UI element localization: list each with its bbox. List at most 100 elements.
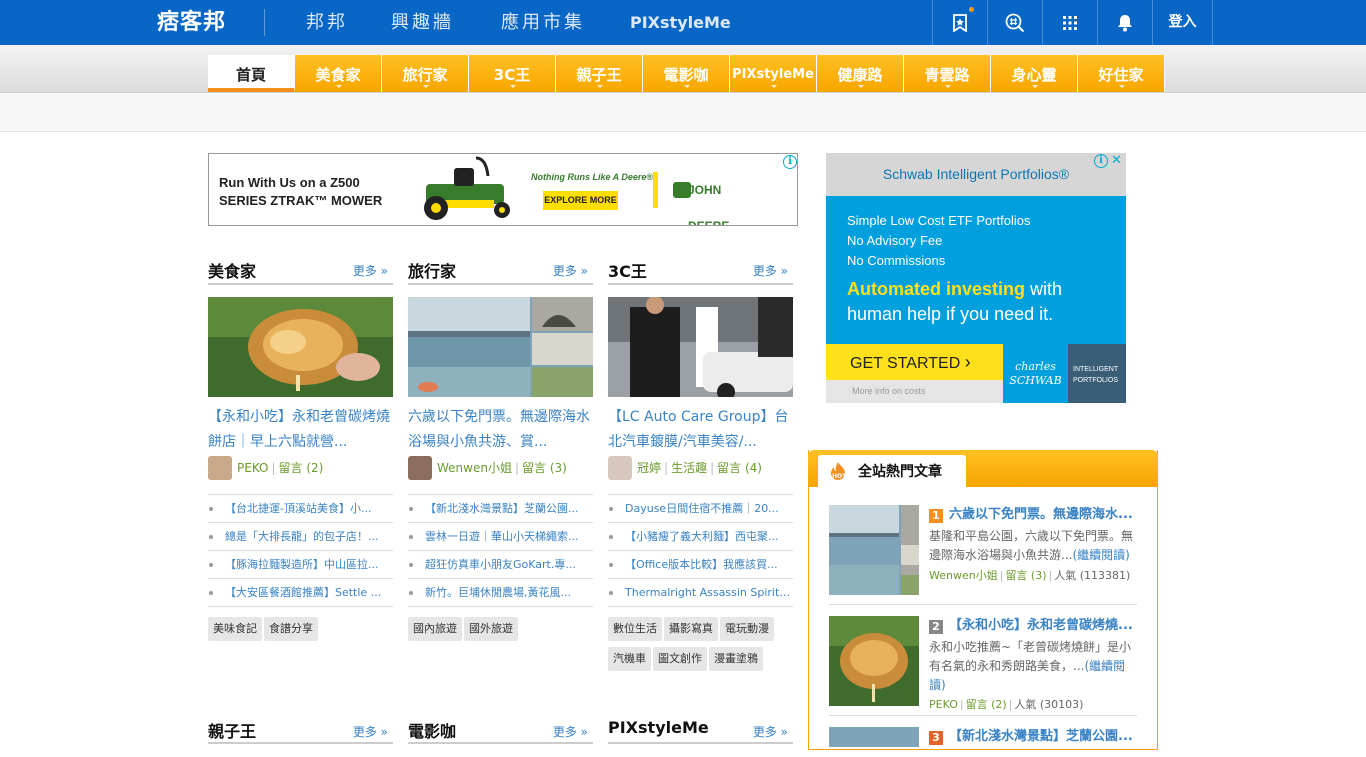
nav-app-market[interactable]: 應用市集 bbox=[501, 0, 585, 45]
comments-link[interactable]: 留言 (3) bbox=[1005, 569, 1046, 582]
banner-ad[interactable]: Run With Us on a Z500 SERIES ZTRAK™ MOWE… bbox=[208, 153, 798, 226]
author-link[interactable]: PEKO bbox=[929, 698, 958, 711]
notifications-button[interactable] bbox=[1097, 0, 1152, 45]
author-link[interactable]: Wenwen小姐 bbox=[437, 461, 512, 475]
comments-link[interactable]: 留言 (2) bbox=[966, 698, 1007, 711]
close-icon[interactable]: ✕ bbox=[1111, 153, 1122, 168]
article-thumbnail[interactable] bbox=[829, 727, 919, 747]
get-started-button[interactable]: GET STARTED › bbox=[826, 344, 1003, 380]
tag-button[interactable]: 食譜分享 bbox=[264, 617, 318, 641]
article-title[interactable]: 【LC Auto Care Group】台北汽車鍍膜/汽車美容/... bbox=[608, 405, 793, 455]
ad-info-icon[interactable]: i bbox=[1094, 154, 1108, 168]
tag-button[interactable]: 數位生活 bbox=[608, 617, 662, 641]
more-link[interactable]: 更多 » bbox=[753, 262, 788, 279]
login-button[interactable]: 登入 bbox=[1152, 0, 1213, 45]
article-title[interactable]: 六歲以下免門票。無邊際海水... bbox=[949, 505, 1139, 525]
tab-home[interactable]: 首頁 bbox=[208, 55, 295, 92]
chevron-right-icon: › bbox=[964, 352, 971, 372]
tag-button[interactable]: 美味食記 bbox=[208, 617, 262, 641]
avatar[interactable] bbox=[408, 456, 432, 480]
read-more-link[interactable]: (繼續閱讀) bbox=[1072, 548, 1129, 562]
list-item[interactable]: 【小豬瘦了義大利麵】西屯聚... bbox=[608, 523, 793, 551]
tag-button[interactable]: 攝影寫真 bbox=[664, 617, 718, 641]
panel-title: 全站熱門文章 bbox=[858, 464, 942, 480]
author-link[interactable]: PEKO bbox=[237, 461, 268, 475]
nav-pixstyleme[interactable]: PIXstyleMe bbox=[630, 0, 731, 45]
hot-article-item[interactable]: 3 【新北淺水灣景點】芝蘭公園... bbox=[829, 727, 1137, 757]
tab-career[interactable]: 青雲路 bbox=[904, 55, 991, 92]
list-item[interactable]: 【台北捷運-頂溪站美食】小... bbox=[208, 495, 393, 523]
article-thumbnail[interactable] bbox=[829, 616, 919, 706]
list-item[interactable]: Thermalright Assassin Spirit ... bbox=[608, 579, 793, 607]
more-link[interactable]: 更多 » bbox=[353, 262, 388, 279]
bookmark-button[interactable] bbox=[932, 0, 987, 45]
category-link[interactable]: 生活趣 bbox=[671, 461, 707, 475]
ad-info-icon[interactable]: i bbox=[783, 155, 797, 169]
more-link[interactable]: 更多 » bbox=[353, 723, 388, 740]
intelligent-portfolios-logo: INTELLIGENT PORTFOLIOS bbox=[1068, 344, 1126, 403]
list-item[interactable]: 新竹。巨埔休閒農場,黃花風... bbox=[408, 579, 593, 607]
tag-button[interactable]: 國外旅遊 bbox=[464, 617, 518, 641]
list-item[interactable]: 超狂仿真車小朋友GoKart.專... bbox=[408, 551, 593, 579]
tab-parenting[interactable]: 親子王 bbox=[556, 55, 643, 92]
top-bar: 痞客邦 邦邦 興趣牆 應用市集 PIXstyleMe 登入 bbox=[0, 0, 1366, 45]
tab-home-living[interactable]: 好住家 bbox=[1078, 55, 1165, 92]
list-item[interactable]: 雲林一日遊｜華山小天梯繩索... bbox=[408, 523, 593, 551]
author-link[interactable]: Wenwen小姐 bbox=[929, 569, 998, 582]
avatar[interactable] bbox=[208, 456, 232, 480]
avatar[interactable] bbox=[608, 456, 632, 480]
list-item[interactable]: 【豚海拉麵製造所】中山區拉... bbox=[208, 551, 393, 579]
tab-3c[interactable]: 3C王 bbox=[469, 55, 556, 92]
chevron-down-icon bbox=[510, 85, 516, 88]
list-item[interactable]: 【大安區餐酒館推薦】Settle ... bbox=[208, 579, 393, 607]
deer-logo-icon bbox=[673, 182, 691, 198]
article-thumbnail[interactable] bbox=[408, 297, 593, 397]
tag-button[interactable]: 國內旅遊 bbox=[408, 617, 462, 641]
tab-pixstyleme[interactable]: PIXstyleMe bbox=[730, 55, 817, 92]
tag-button[interactable]: 漫畫塗鴉 bbox=[709, 647, 763, 671]
tab-travel[interactable]: 旅行家 bbox=[382, 55, 469, 92]
hot-article-item[interactable]: 1 六歲以下免門票。無邊際海水... 基隆和平島公園，六歲以下免門票。無邊際海水… bbox=[829, 505, 1137, 605]
tab-food[interactable]: 美食家 bbox=[295, 55, 382, 92]
article-title[interactable]: 【新北淺水灣景點】芝蘭公園... bbox=[949, 727, 1139, 747]
tab-health[interactable]: 健康路 bbox=[817, 55, 904, 92]
more-link[interactable]: 更多 » bbox=[753, 723, 788, 740]
explore-more-button[interactable]: EXPLORE MORE bbox=[543, 191, 618, 210]
sidebar-ad[interactable]: Schwab Intelligent Portfolios® i ✕ Simpl… bbox=[826, 153, 1126, 403]
panel-tab: HOT 全站熱門文章 bbox=[818, 455, 966, 487]
more-link[interactable]: 更多 » bbox=[553, 723, 588, 740]
search-button[interactable] bbox=[987, 0, 1042, 45]
article-title[interactable]: 【永和小吃】永和老曾碳烤燒餅店｜早上六點就營... bbox=[208, 405, 393, 455]
comments-link[interactable]: 留言 (4) bbox=[717, 461, 762, 475]
comments-link[interactable]: 留言 (3) bbox=[522, 461, 567, 475]
tag-button[interactable]: 圖文創作 bbox=[653, 647, 707, 671]
list-item[interactable]: 【新北淺水灣景點】芝蘭公園... bbox=[408, 495, 593, 523]
author-link[interactable]: 冠婷 bbox=[637, 461, 661, 475]
hot-article-item[interactable]: 2 【永和小吃】永和老曾碳烤燒... 永和小吃推薦~「老曾碳烤燒餅」是小有名氣的… bbox=[829, 616, 1137, 716]
article-thumbnail[interactable] bbox=[608, 297, 793, 397]
list-item[interactable]: 【Office版本比較】我應該買... bbox=[608, 551, 793, 579]
more-link[interactable]: 更多 » bbox=[553, 262, 588, 279]
more-info-link[interactable]: More info on costs bbox=[826, 380, 1003, 403]
list-item[interactable]: Dayuse日間住宿不推薦｜20... bbox=[608, 495, 793, 523]
chevron-down-icon bbox=[1032, 85, 1038, 88]
column-header: 電影咖 更多 » bbox=[408, 714, 593, 744]
tag-button[interactable]: 汽機車 bbox=[608, 647, 651, 671]
cta-label: GET STARTED bbox=[850, 355, 961, 372]
tab-mind[interactable]: 身心靈 bbox=[991, 55, 1078, 92]
tab-movie[interactable]: 電影咖 bbox=[643, 55, 730, 92]
article-title[interactable]: 【永和小吃】永和老曾碳烤燒... bbox=[949, 616, 1139, 636]
tab-label: 青雲路 bbox=[924, 66, 970, 84]
apps-button[interactable] bbox=[1042, 0, 1097, 45]
nav-bangbang[interactable]: 邦邦 bbox=[306, 0, 348, 45]
tab-label: 親子王 bbox=[576, 66, 622, 84]
site-logo[interactable]: 痞客邦 bbox=[157, 8, 233, 38]
article-thumbnail[interactable] bbox=[208, 297, 393, 397]
comments-link[interactable]: 留言 (2) bbox=[279, 461, 324, 475]
article-thumbnail[interactable] bbox=[829, 505, 919, 595]
tag-button[interactable]: 電玩動漫 bbox=[720, 617, 774, 641]
nav-interest-wall[interactable]: 興趣牆 bbox=[391, 0, 454, 45]
article-title[interactable]: 六歲以下免門票。無邊際海水浴場與小魚共游、賞... bbox=[408, 405, 593, 455]
chevron-down-icon bbox=[684, 85, 690, 88]
list-item[interactable]: 總是「大排長龍」的包子店！... bbox=[208, 523, 393, 551]
